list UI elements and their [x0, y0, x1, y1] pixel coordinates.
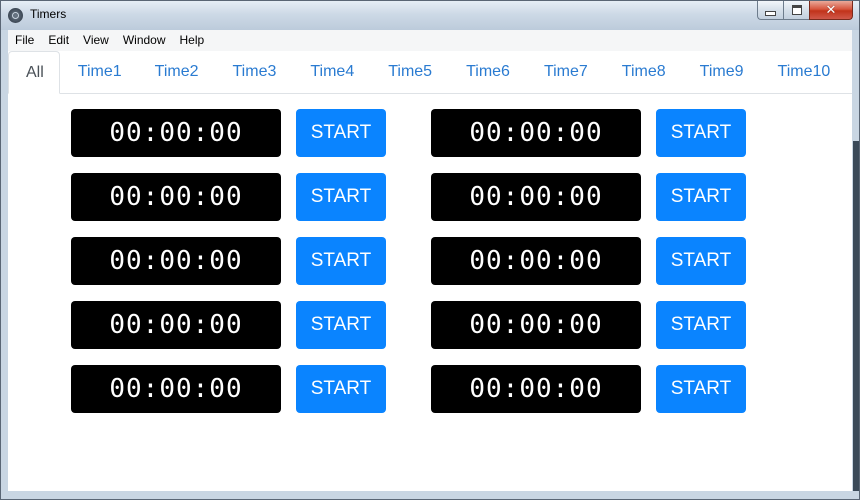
timer-display: 00:00:00: [71, 237, 281, 285]
window-frame-bottom: [1, 491, 859, 499]
minimize-button[interactable]: [757, 1, 783, 20]
title-bar[interactable]: Timers ✕: [1, 1, 859, 30]
start-button[interactable]: START: [296, 109, 386, 157]
start-button[interactable]: START: [656, 237, 746, 285]
tab-time6[interactable]: Time6: [443, 51, 521, 93]
main-content: All Time1 Time2 Time3 Time4 Time5 Time6 …: [8, 51, 852, 491]
maximize-icon: [791, 5, 802, 15]
timer-display: 00:00:00: [431, 237, 641, 285]
timer-display: 00:00:00: [71, 365, 281, 413]
menu-window[interactable]: Window: [116, 30, 173, 51]
menu-edit[interactable]: Edit: [41, 30, 76, 51]
tab-bar: All Time1 Time2 Time3 Time4 Time5 Time6 …: [8, 51, 852, 94]
minimize-icon: [765, 10, 776, 16]
tab-time7[interactable]: Time7: [521, 51, 599, 93]
timer-display: 00:00:00: [431, 173, 641, 221]
start-button[interactable]: START: [656, 109, 746, 157]
tab-time3[interactable]: Time3: [210, 51, 288, 93]
window-frame-left: [1, 30, 8, 499]
timer-display: 00:00:00: [71, 301, 281, 349]
app-logo-icon: [8, 8, 23, 23]
tab-time1[interactable]: Time1: [60, 51, 133, 93]
close-button[interactable]: ✕: [809, 1, 853, 20]
start-button[interactable]: START: [296, 237, 386, 285]
timer-display: 00:00:00: [431, 365, 641, 413]
close-icon: ✕: [825, 2, 837, 18]
start-button[interactable]: START: [296, 301, 386, 349]
menu-bar: File Edit View Window Help: [8, 30, 852, 52]
start-button[interactable]: START: [656, 173, 746, 221]
timer-display: 00:00:00: [71, 109, 281, 157]
start-button[interactable]: START: [656, 365, 746, 413]
tab-time5[interactable]: Time5: [365, 51, 443, 93]
timer-display: 00:00:00: [431, 301, 641, 349]
window-title: Timers: [30, 7, 67, 21]
app-window: Timers ✕ File Edit View Window Help All …: [0, 0, 860, 500]
start-button[interactable]: START: [296, 365, 386, 413]
menu-view[interactable]: View: [76, 30, 116, 51]
window-controls: ✕: [757, 1, 853, 21]
menu-file[interactable]: File: [8, 30, 41, 51]
timer-display: 00:00:00: [431, 109, 641, 157]
tab-time4[interactable]: Time4: [287, 51, 365, 93]
window-frame-shadow: [853, 141, 859, 491]
tab-time9[interactable]: Time9: [677, 51, 755, 93]
maximize-button[interactable]: [783, 1, 809, 20]
start-button[interactable]: START: [296, 173, 386, 221]
tab-time8[interactable]: Time8: [599, 51, 677, 93]
tab-time2[interactable]: Time2: [133, 51, 210, 93]
menu-help[interactable]: Help: [173, 30, 212, 51]
start-button[interactable]: START: [656, 301, 746, 349]
tab-all[interactable]: All: [8, 51, 60, 94]
tab-time10[interactable]: Time10: [755, 51, 842, 93]
timer-display: 00:00:00: [71, 173, 281, 221]
